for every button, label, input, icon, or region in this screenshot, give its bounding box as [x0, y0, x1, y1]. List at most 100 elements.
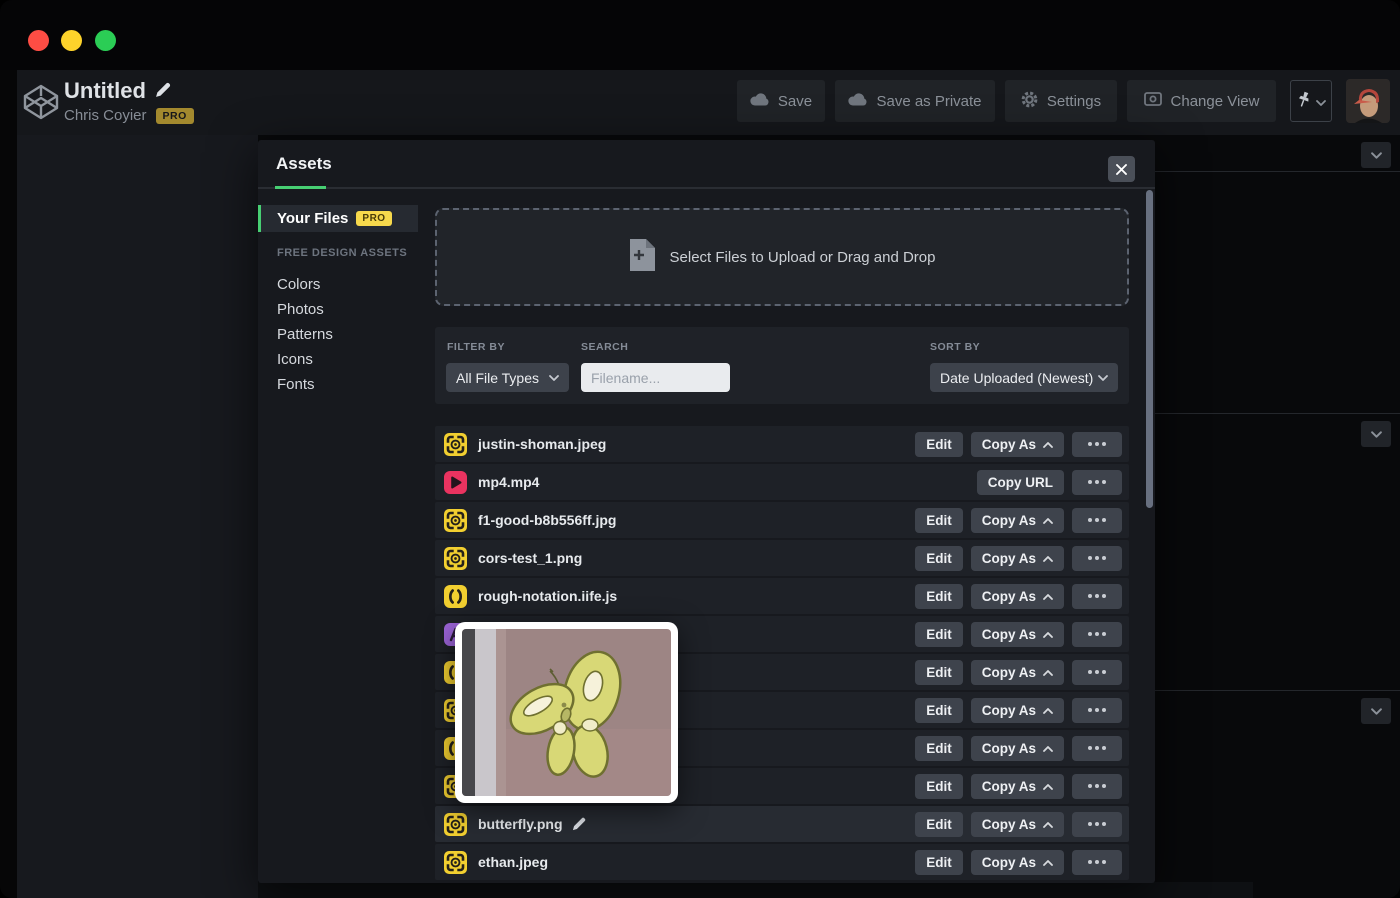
file-row[interactable]: f1-good-b8b556ff.jpg EditCopy As: [435, 502, 1129, 538]
more-button[interactable]: [1072, 736, 1122, 761]
search-input[interactable]: [581, 363, 730, 392]
pen-title: Untitled: [64, 78, 146, 104]
window-titlebar: [0, 0, 1400, 70]
edit-button[interactable]: Edit: [915, 850, 963, 875]
more-button[interactable]: [1072, 508, 1122, 533]
panel-divider: [1155, 413, 1400, 414]
change-view-button[interactable]: Change View: [1127, 80, 1276, 122]
settings-label: Settings: [1047, 93, 1101, 110]
edit-button[interactable]: Edit: [915, 774, 963, 799]
more-button[interactable]: [1072, 432, 1122, 457]
copy-as-button[interactable]: Copy As: [971, 660, 1064, 685]
chevron-up-icon: [1043, 746, 1053, 752]
copy-as-button[interactable]: Copy As: [971, 508, 1064, 533]
image-file-icon: [444, 433, 467, 456]
more-button[interactable]: [1072, 584, 1122, 609]
sort-value: Date Uploaded (Newest): [940, 370, 1093, 386]
chevron-up-icon: [1043, 518, 1053, 524]
more-button[interactable]: [1072, 698, 1122, 723]
edit-button[interactable]: Edit: [915, 584, 963, 609]
sidebar-item-colors[interactable]: Colors: [277, 276, 320, 293]
edit-button[interactable]: Edit: [915, 660, 963, 685]
file-row-actions: Edit Copy As: [907, 432, 1122, 457]
change-view-label: Change View: [1171, 93, 1260, 110]
edit-button[interactable]: Edit: [915, 736, 963, 761]
pin-dropdown-button[interactable]: [1290, 80, 1332, 122]
file-row[interactable]: cors-test_1.png EditCopy As: [435, 540, 1129, 576]
more-button[interactable]: [1072, 622, 1122, 647]
sidebar-item-fonts[interactable]: Fonts: [277, 376, 315, 393]
save-button[interactable]: Save: [737, 80, 825, 122]
copy-as-button[interactable]: Copy As: [971, 546, 1064, 571]
free-design-assets-heading: FREE DESIGN ASSETS: [277, 247, 407, 259]
more-button[interactable]: [1072, 850, 1122, 875]
copy-as-button[interactable]: Copy As: [971, 850, 1064, 875]
edit-title-pencil-icon[interactable]: [155, 78, 171, 104]
more-button[interactable]: [1072, 774, 1122, 799]
user-avatar[interactable]: [1346, 79, 1390, 123]
close-window-button[interactable]: [28, 30, 49, 51]
copy-as-button[interactable]: Copy As: [971, 698, 1064, 723]
more-button[interactable]: [1072, 470, 1122, 495]
upload-dropzone[interactable]: Select Files to Upload or Drag and Drop: [435, 208, 1129, 306]
edit-button[interactable]: Edit: [915, 546, 963, 571]
file-name: justin-shoman.jpeg: [478, 436, 606, 452]
sort-by-label: SORT BY: [930, 341, 980, 353]
file-row-actions: Edit Copy As: [907, 698, 1122, 723]
modal-scrollbar-thumb[interactable]: [1146, 190, 1153, 508]
sidebar-item-patterns[interactable]: Patterns: [277, 326, 333, 343]
your-files-pro-badge: PRO: [356, 211, 391, 226]
sidebar-item-photos[interactable]: Photos: [277, 301, 324, 318]
copy-as-button[interactable]: Copy As: [971, 812, 1064, 837]
settings-button[interactable]: Settings: [1005, 80, 1117, 122]
copy-as-button[interactable]: Copy As: [971, 736, 1064, 761]
rename-pencil-icon[interactable]: [572, 817, 586, 831]
file-row[interactable]: ethan.jpeg EditCopy As: [435, 844, 1129, 880]
edit-button[interactable]: Edit: [915, 508, 963, 533]
file-row[interactable]: mp4.mp4 Copy URL: [435, 464, 1129, 500]
save-label: Save: [778, 93, 812, 110]
assets-modal: Assets Your Files PRO FREE DESIGN ASSETS…: [258, 140, 1155, 883]
minimize-window-button[interactable]: [61, 30, 82, 51]
edit-button[interactable]: Edit: [915, 622, 963, 647]
edit-button[interactable]: Edit: [915, 812, 963, 837]
copy-as-button[interactable]: Copy As: [971, 774, 1064, 799]
sort-select[interactable]: Date Uploaded (Newest): [930, 363, 1118, 392]
more-button[interactable]: [1072, 812, 1122, 837]
chevron-down-icon: [549, 375, 559, 381]
search-label: SEARCH: [581, 341, 628, 353]
close-modal-button[interactable]: [1108, 156, 1135, 182]
sidebar-item-your-files[interactable]: Your Files PRO: [258, 205, 418, 232]
editor-header: Untitled Chris Coyier PRO Save Save as P…: [17, 70, 1400, 135]
more-button[interactable]: [1072, 546, 1122, 571]
view-icon: [1144, 92, 1162, 110]
file-row-actions: Edit Copy As: [907, 736, 1122, 761]
chevron-up-icon: [1043, 442, 1053, 448]
collapse-panel-chevron-button[interactable]: [1361, 698, 1391, 724]
chevron-up-icon: [1043, 860, 1053, 866]
sidebar-item-icons[interactable]: Icons: [277, 351, 313, 368]
collapse-panel-chevron-button[interactable]: [1361, 421, 1391, 447]
copy-as-button[interactable]: Copy As: [971, 432, 1064, 457]
file-row[interactable]: butterfly.png Edit Copy As: [435, 806, 1129, 842]
codepen-logo-icon[interactable]: [22, 83, 60, 126]
file-row[interactable]: rough-notation.iife.js EditCopy As: [435, 578, 1129, 614]
more-button[interactable]: [1072, 660, 1122, 685]
panel-divider: [1155, 171, 1400, 172]
file-row[interactable]: justin-shoman.jpeg Edit Copy As: [435, 426, 1129, 462]
copy-as-button[interactable]: Copy As: [971, 584, 1064, 609]
chevron-down-icon: [1316, 93, 1326, 110]
save-as-private-button[interactable]: Save as Private: [835, 80, 995, 122]
save-as-private-label: Save as Private: [876, 93, 981, 110]
copy-as-button[interactable]: Copy As: [971, 622, 1064, 647]
file-name: butterfly.png: [478, 816, 563, 832]
copy-url-button[interactable]: Copy URL: [977, 470, 1064, 495]
file-type-select[interactable]: All File Types: [446, 363, 569, 392]
zoom-window-button[interactable]: [95, 30, 116, 51]
collapse-panel-chevron-button[interactable]: [1361, 142, 1391, 168]
file-type-value: All File Types: [456, 370, 539, 386]
chevron-up-icon: [1043, 556, 1053, 562]
edit-button[interactable]: Edit: [915, 432, 963, 457]
edit-button[interactable]: Edit: [915, 698, 963, 723]
file-row-actions: Edit Copy As: [907, 660, 1122, 685]
